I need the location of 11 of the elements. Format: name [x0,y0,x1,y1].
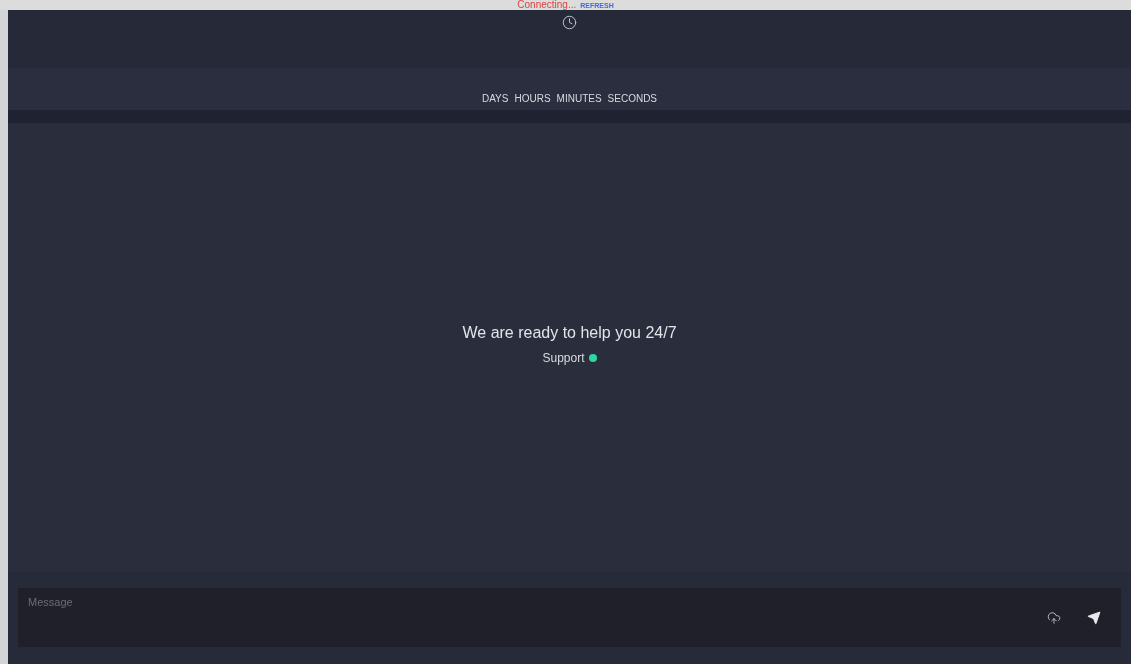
countdown-unit-label: SECONDS [607,92,658,106]
clock-icon [562,15,577,30]
message-field[interactable]: Message [18,588,1031,647]
connection-status: Connecting... [517,0,577,10]
agent-name: Support [542,349,585,367]
send-icon [1087,610,1101,625]
cloud-upload-icon [1047,610,1061,625]
countdown-unit-label: MINUTES [556,92,602,106]
countdown-unit-label: HOURS [514,92,551,106]
countdown-unit-label: DAYS [481,92,509,106]
welcome-headline: We are ready to help you 24/7 [462,322,677,343]
